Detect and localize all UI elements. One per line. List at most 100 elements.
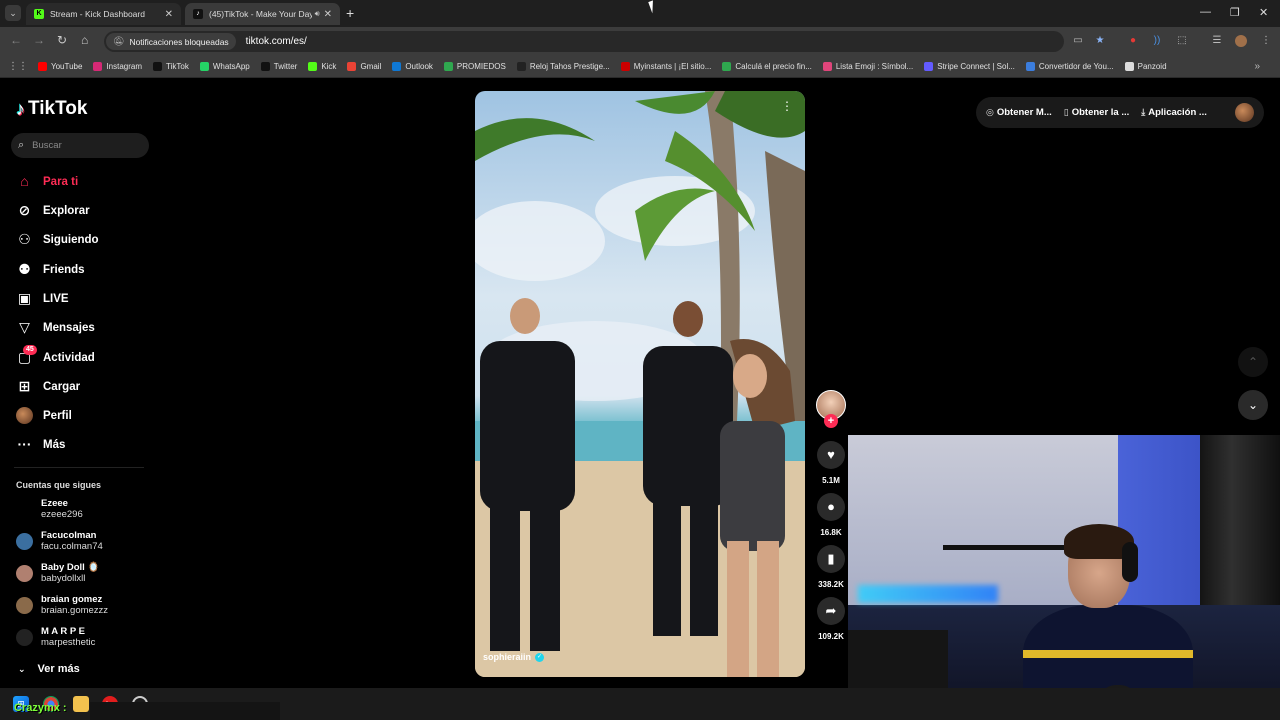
extensions-icon[interactable]: ⬚	[1176, 35, 1188, 47]
bookmark-x[interactable]: Twitter	[260, 62, 297, 71]
user-avatar[interactable]	[1235, 103, 1254, 122]
bookmark-calc[interactable]: Calculá el precio fin...	[722, 62, 812, 71]
reading-list-icon[interactable]: ☰	[1211, 35, 1223, 47]
home-icon[interactable]: ⌂	[81, 33, 88, 47]
following-account[interactable]: Baby Doll 🪞 babydollxll	[16, 562, 99, 585]
bookmark-label: PROMIEDOS	[456, 62, 506, 71]
account-name: M A R P E	[41, 626, 85, 637]
search-input[interactable]	[32, 140, 133, 151]
video-player[interactable]: ⋮ sophieraiin ✓	[475, 91, 805, 677]
restore-icon[interactable]: ❐	[1230, 6, 1240, 19]
new-tab-icon[interactable]: +	[346, 6, 354, 20]
account-handle: facu.colman74	[41, 541, 103, 552]
nav-siguiendo[interactable]: ⚇ Siguiendo	[16, 231, 98, 248]
bookmark-icon[interactable]: ▮	[817, 545, 845, 573]
follow-plus-icon[interactable]: +	[824, 414, 838, 428]
close-window-icon[interactable]: ✕	[1259, 6, 1268, 19]
bookmark-outlook[interactable]: Outlook	[392, 62, 433, 71]
bookmark-panzoid[interactable]: Panzoid	[1124, 62, 1167, 71]
next-video-button[interactable]: ⌄	[1238, 390, 1268, 420]
previous-video-button[interactable]: ⌃	[1238, 347, 1268, 377]
forward-icon[interactable]: →	[33, 33, 45, 47]
following-account[interactable]: Ezeee ezeee296	[16, 498, 83, 521]
nav-actividad[interactable]: ▢ 45 Actividad	[16, 345, 95, 366]
phone-icon: ▯	[1063, 107, 1069, 117]
close-tab-icon[interactable]: ✕	[165, 9, 173, 20]
top-action-label: Obtener la ...	[1071, 107, 1130, 118]
tiktok-logo[interactable]: ♪ TikTok	[16, 98, 87, 120]
see-more-button[interactable]: ⌄ Ver más	[18, 663, 80, 675]
tab-kick-dashboard[interactable]: K Stream - Kick Dashboard ✕	[26, 3, 181, 25]
bookmark-whatsapp[interactable]: WhatsApp	[199, 62, 250, 71]
bookmark-emoji[interactable]: Lista Emoji : Símbol...	[822, 62, 913, 71]
bookmark-kick[interactable]: Kick	[308, 62, 336, 71]
bookmark-tiktok[interactable]: TikTok	[153, 62, 189, 71]
following-account[interactable]: Facucolman facu.colman74	[16, 530, 103, 553]
menu-icon[interactable]: ⋮	[1260, 35, 1272, 47]
search-box[interactable]: ⌕	[11, 133, 149, 158]
cast-icon[interactable]: ▭	[1072, 35, 1084, 47]
notifications-blocked-chip[interactable]: 🔕︎ Notificaciones bloqueadas	[106, 33, 236, 50]
like-action[interactable]: ♥ 5.1M	[816, 441, 846, 485]
account-avatar	[16, 533, 33, 550]
close-tab-icon[interactable]: ✕	[324, 9, 332, 20]
upload-icon: ⊞	[18, 378, 31, 394]
bookmark-stripe[interactable]: Stripe Connect | Sol...	[924, 62, 1015, 71]
video-more-icon[interactable]: ⋮	[781, 99, 793, 113]
url-text[interactable]: tiktok.com/es/	[246, 36, 307, 47]
video-creator-tag[interactable]: sophieraiin ✓	[483, 652, 545, 662]
get-coins-button[interactable]: ◎ Obtener M...	[986, 107, 1052, 118]
comment-icon[interactable]: ●	[817, 493, 845, 521]
comment-action[interactable]: ● 16.8K	[816, 493, 846, 537]
nav-para-ti[interactable]: ⌂ Para ti	[16, 173, 78, 190]
get-app-button[interactable]: ▯ Obtener la ...	[1064, 107, 1130, 118]
heart-icon[interactable]: ♥	[817, 441, 845, 469]
kick-icon	[308, 62, 318, 71]
address-bar[interactable]: 🔕︎ Notificaciones bloqueadas tiktok.com/…	[104, 31, 1064, 52]
reload-icon[interactable]: ↻	[57, 33, 67, 47]
bookmark-instagram[interactable]: Instagram	[93, 62, 142, 71]
tiktok-icon: ♪	[193, 9, 203, 19]
bookmark-myinstants[interactable]: Myinstants | ¡El sitio...	[620, 62, 711, 71]
video-frame-scene	[475, 91, 805, 677]
following-account[interactable]: braian gomez braian.gomezzz	[16, 594, 108, 617]
emoji-icon	[822, 62, 832, 71]
speaker-icon[interactable]: 🔊︎	[315, 9, 320, 19]
save-action[interactable]: ▮ 338.2K	[816, 545, 846, 589]
youtube-icon	[38, 62, 47, 71]
nav-mensajes[interactable]: ▽ Mensajes	[16, 319, 95, 336]
minimize-icon[interactable]: —	[1200, 6, 1211, 18]
tab-tiktok[interactable]: ♪ (45)TikTok - Make Your Day 🔊︎ ✕	[185, 3, 340, 25]
share-icon[interactable]: ➦	[817, 597, 845, 625]
nav-perfil[interactable]: Perfil	[16, 407, 72, 424]
tab-search-icon[interactable]: ⌄	[5, 5, 21, 21]
bookmark-label: Kick	[321, 62, 337, 71]
tiktok-icon	[153, 62, 163, 71]
bookmark-converter[interactable]: Convertidor de You...	[1025, 62, 1114, 71]
more-bookmarks-icon[interactable]: »	[1254, 61, 1260, 72]
star-icon[interactable]: ★	[1094, 35, 1106, 47]
nav-explorar[interactable]: ⊘ Explorar	[16, 202, 90, 219]
bookmark-label: Stripe Connect | Sol...	[937, 62, 1015, 71]
following-account[interactable]: M A R P Emarpesthetic	[16, 626, 95, 649]
bookmark-reloj[interactable]: Reloj Tahos Prestige...	[516, 62, 610, 71]
nav-live[interactable]: ▣ LIVE	[16, 290, 69, 307]
desktop-app-button[interactable]: ⤓ Aplicación ...	[1141, 107, 1207, 118]
back-icon[interactable]: ←	[10, 33, 22, 47]
bookmark-youtube[interactable]: YouTube	[38, 62, 82, 71]
nav-mas[interactable]: ··· Más	[16, 436, 66, 453]
tab-title: (45)TikTok - Make Your Day	[209, 9, 312, 19]
file-explorer-icon[interactable]	[73, 696, 89, 712]
extension-audio-icon[interactable]: ))	[1151, 35, 1163, 47]
apps-grid-icon[interactable]: ⋮⋮	[8, 61, 28, 72]
account-name: braian gomez	[41, 594, 103, 605]
top-actions-bar: ◎ Obtener M... ▯ Obtener la ... ⤓ Aplica…	[976, 97, 1264, 128]
profile-avatar-icon[interactable]	[1235, 35, 1247, 47]
bookmark-promiedos[interactable]: PROMIEDOS	[443, 62, 506, 71]
nav-friends[interactable]: ⚉ Friends	[16, 261, 84, 278]
extension-red-icon[interactable]: ●	[1127, 35, 1139, 47]
bookmark-gmail[interactable]: Gmail	[347, 62, 381, 71]
nav-label: Mensajes	[43, 321, 95, 334]
share-action[interactable]: ➦ 109.2K	[816, 597, 846, 641]
nav-cargar[interactable]: ⊞ Cargar	[16, 378, 80, 395]
